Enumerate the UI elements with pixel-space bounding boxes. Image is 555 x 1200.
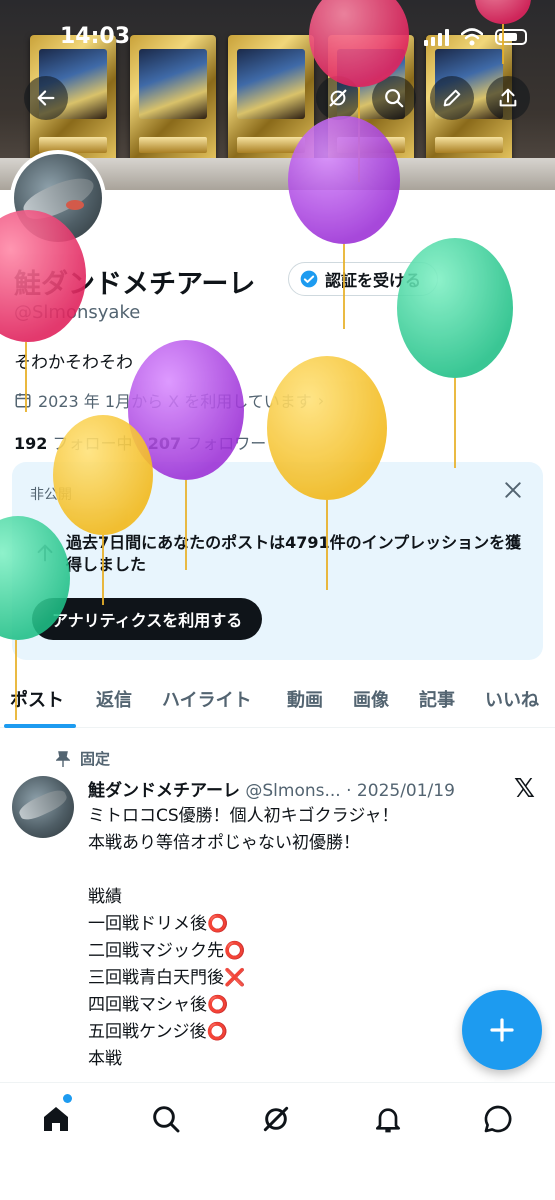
grok-icon bbox=[329, 89, 347, 107]
post-header: 鮭ダンドメチアーレ @Slmons... · 2025/01/19 bbox=[88, 776, 508, 801]
win-mark-icon: ⭕ bbox=[206, 1022, 228, 1042]
calendar-icon bbox=[15, 393, 31, 408]
joined-date-label: 2023 年 1月から X を利用しています bbox=[38, 392, 312, 411]
get-verified-label: 認証を受ける bbox=[325, 271, 422, 290]
post-line: ミトロコCS優勝！個人初キゴクラジャ！ bbox=[88, 806, 399, 826]
win-mark-icon: ⭕ bbox=[207, 995, 229, 1015]
edit-pencil-icon bbox=[443, 89, 461, 107]
followers-count: 207 bbox=[147, 434, 182, 453]
grok-button[interactable] bbox=[316, 76, 360, 120]
bell-icon bbox=[376, 1108, 400, 1133]
verified-badge-icon bbox=[300, 270, 318, 288]
nav-notifications[interactable] bbox=[368, 1099, 408, 1139]
messages-icon bbox=[484, 1105, 512, 1133]
back-arrow-icon bbox=[37, 90, 55, 106]
cellular-signal-icon bbox=[424, 28, 449, 46]
compose-plus-icon bbox=[490, 1018, 514, 1042]
unread-dot bbox=[63, 1094, 72, 1103]
use-analytics-button[interactable]: アナリティクスを利用する bbox=[32, 598, 263, 640]
tab-posts[interactable]: ポスト bbox=[10, 686, 64, 712]
pinned-label: 固定 bbox=[80, 750, 111, 768]
post-author-handle[interactable]: @Slmons... bbox=[245, 781, 340, 801]
tab-likes[interactable]: いいね bbox=[485, 686, 539, 712]
battery-icon bbox=[495, 29, 527, 45]
loss-mark-icon: ❌ bbox=[224, 968, 246, 988]
trend-up-icon bbox=[34, 542, 56, 568]
nav-messages[interactable] bbox=[478, 1099, 518, 1139]
wifi-icon bbox=[461, 28, 483, 46]
pin-icon bbox=[56, 750, 70, 767]
tab-images[interactable]: 画像 bbox=[353, 686, 389, 712]
win-mark-icon: ⭕ bbox=[207, 914, 229, 934]
profile-handle: @Slmonsyake bbox=[14, 302, 141, 323]
profile-name: 鮭ダンドメチアーレ bbox=[14, 269, 256, 300]
post-line: 二回戦マジック先⭕ bbox=[88, 941, 246, 961]
search-icon bbox=[153, 1106, 180, 1133]
profile-tabs: ポスト 返信 ハイライト 動画 画像 記事 いいね bbox=[0, 676, 555, 728]
active-tab-indicator bbox=[4, 724, 76, 728]
status-bar: 14:03 bbox=[0, 20, 555, 56]
profile-avatar[interactable] bbox=[10, 150, 106, 246]
bottom-nav bbox=[0, 1082, 555, 1200]
following-link[interactable]: 192 フォロー中 bbox=[14, 434, 133, 453]
nav-grok[interactable] bbox=[256, 1099, 296, 1139]
grok-icon bbox=[263, 1106, 289, 1132]
avatar-fish-image bbox=[14, 154, 102, 242]
post-line: 四回戦マシャ後⭕ bbox=[88, 995, 229, 1015]
post-line: 本戦あり等倍オポじゃない初優勝！ bbox=[88, 833, 360, 853]
x-logo-icon: 𝕏 bbox=[514, 774, 535, 804]
get-verified-button[interactable]: 認証を受ける bbox=[288, 262, 439, 296]
analytics-card: 非公開 過去7日間にあなたのポストは4791件のインプレッションを獲得しました … bbox=[12, 462, 543, 660]
edit-button[interactable] bbox=[430, 76, 474, 120]
status-time: 14:03 bbox=[60, 24, 131, 49]
pinned-indicator: 固定 bbox=[56, 748, 110, 769]
nav-search[interactable] bbox=[146, 1099, 186, 1139]
post-author-name[interactable]: 鮭ダンドメチアーレ bbox=[88, 781, 240, 801]
tab-highlights[interactable]: ハイライト bbox=[162, 686, 252, 712]
private-label: 非公開 bbox=[30, 487, 72, 503]
joined-date[interactable]: 2023 年 1月から X を利用しています › bbox=[14, 388, 324, 412]
post-line: 戦績 bbox=[88, 887, 122, 907]
compose-button[interactable] bbox=[462, 990, 542, 1070]
close-icon bbox=[505, 482, 521, 498]
post-line: 三回戦青白天門後❌ bbox=[88, 968, 246, 988]
share-button[interactable] bbox=[486, 76, 530, 120]
following-count: 192 bbox=[14, 434, 48, 453]
tab-replies[interactable]: 返信 bbox=[96, 686, 132, 712]
post-line bbox=[88, 857, 528, 884]
impressions-message: 過去7日間にあなたのポストは4791件のインプレッションを獲得しました bbox=[66, 533, 522, 574]
nav-home[interactable] bbox=[36, 1099, 76, 1139]
search-icon bbox=[385, 89, 404, 108]
share-icon bbox=[499, 88, 517, 107]
post-line: 本戦 bbox=[88, 1049, 122, 1069]
following-label: フォロー中 bbox=[52, 434, 133, 453]
home-icon bbox=[44, 1107, 68, 1131]
search-profile-button[interactable] bbox=[372, 76, 416, 120]
back-button[interactable] bbox=[24, 76, 68, 120]
profile-bio: そわかそわそわ bbox=[14, 353, 133, 373]
tab-videos[interactable]: 動画 bbox=[287, 686, 323, 712]
tab-articles[interactable]: 記事 bbox=[419, 686, 455, 712]
chevron-right-icon: › bbox=[317, 390, 325, 410]
followers-label: フォロワー bbox=[186, 434, 267, 453]
followers-link[interactable]: 207 フォロワー bbox=[148, 434, 267, 453]
follow-stats: 192 フォロー中 207 フォロワー bbox=[14, 430, 266, 454]
post-date[interactable]: · 2025/01/19 bbox=[346, 781, 455, 801]
post-line: 一回戦ドリメ後⭕ bbox=[88, 914, 229, 934]
close-card-button[interactable] bbox=[503, 480, 523, 504]
post-avatar[interactable] bbox=[12, 776, 74, 838]
win-mark-icon: ⭕ bbox=[224, 941, 246, 961]
